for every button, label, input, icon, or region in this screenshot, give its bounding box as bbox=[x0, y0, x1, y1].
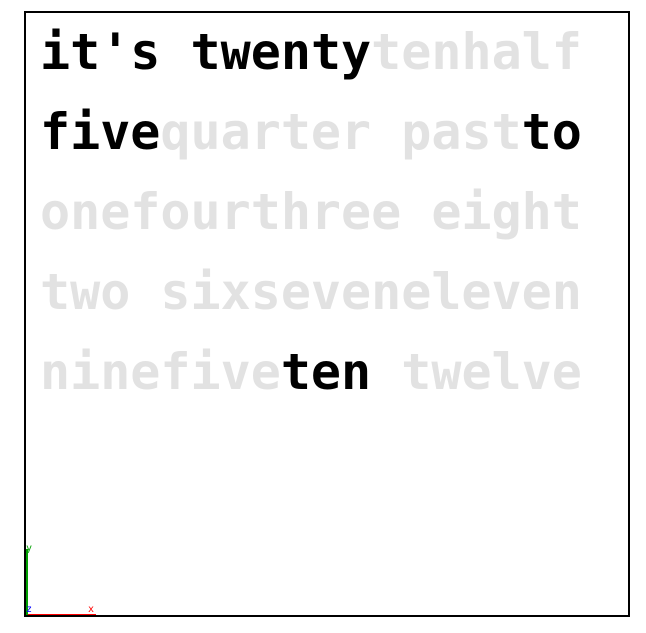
clock-row: ninefive ten twelve bbox=[40, 347, 610, 427]
lit-word: to bbox=[521, 103, 582, 161]
x-axis-label: x bbox=[88, 604, 95, 615]
unlit-word: twelve bbox=[371, 343, 582, 401]
unlit-word bbox=[160, 27, 190, 77]
z-axis-label: z bbox=[26, 604, 33, 615]
unlit-word: tenhalf bbox=[371, 23, 582, 81]
unlit-word: quarter past bbox=[160, 103, 522, 161]
lit-word: twenty bbox=[190, 23, 372, 81]
clock-row: five quarter past to bbox=[40, 107, 610, 187]
clock-row: onefourthree eight bbox=[40, 187, 610, 267]
render-viewport[interactable]: it's twenty tenhalf five quarter past to onef… bbox=[24, 11, 630, 617]
y-axis-label: y bbox=[26, 543, 33, 554]
unlit-word: onefourthree eight bbox=[40, 183, 582, 241]
unlit-word: ninefive bbox=[40, 343, 281, 401]
lit-word: five bbox=[40, 103, 161, 161]
unlit-word: two sixseveneleven bbox=[40, 263, 582, 321]
clock-row: two sixseveneleven bbox=[40, 267, 610, 347]
word-clock: it's twenty tenhalf five quarter past to onef… bbox=[40, 27, 610, 427]
lit-word: it's bbox=[40, 23, 161, 81]
lit-word: ten bbox=[280, 343, 372, 401]
clock-row: it's twenty tenhalf bbox=[40, 27, 610, 107]
